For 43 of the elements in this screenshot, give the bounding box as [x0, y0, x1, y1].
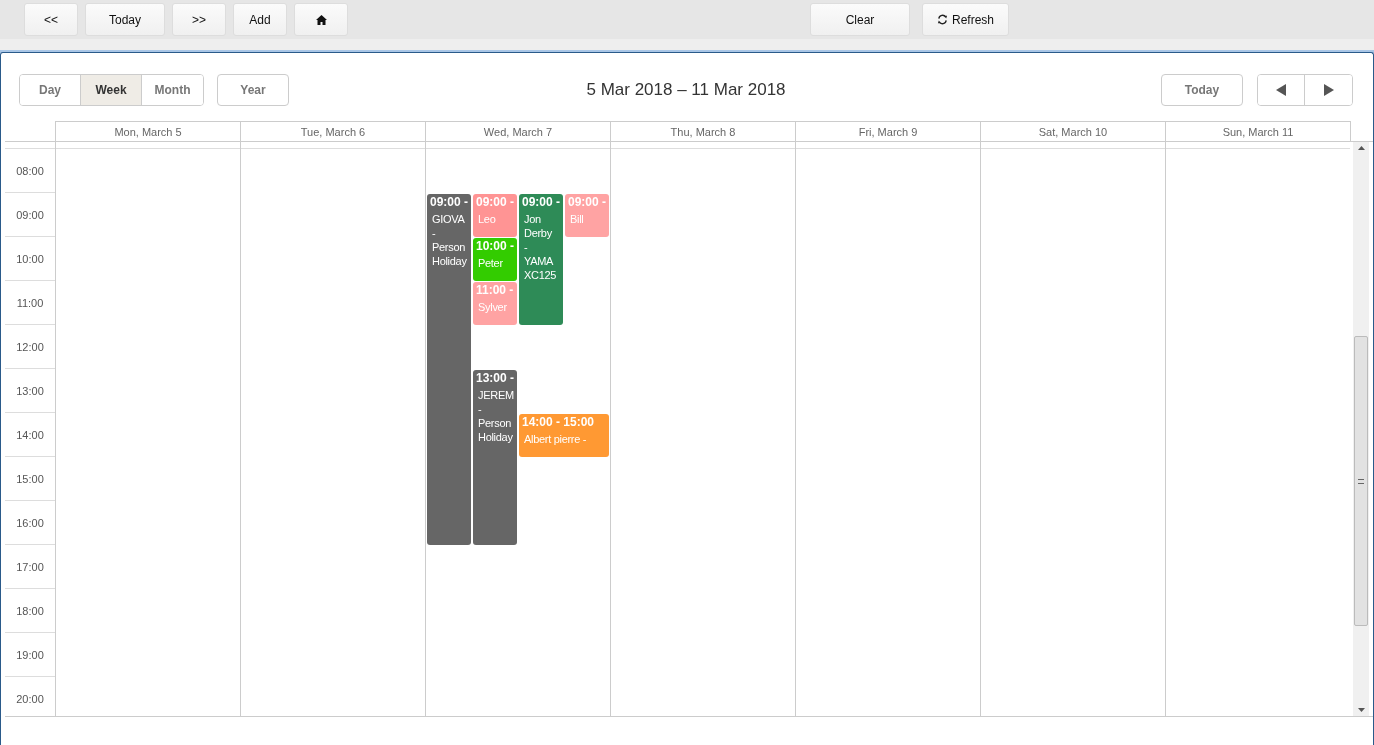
today-button[interactable]: Today — [1161, 73, 1243, 106]
calendar-event[interactable]: 13:00 - JEREM - Person Holiday — [473, 370, 517, 545]
hour-label: 16:00 — [16, 516, 44, 529]
right-triangle-icon — [1323, 83, 1334, 96]
previous-button[interactable] — [1258, 74, 1305, 105]
hour-label: 20:00 — [16, 692, 44, 705]
toolbar-button[interactable]: Add — [233, 3, 287, 36]
home-button[interactable] — [294, 3, 348, 36]
hour-label: 18:00 — [16, 604, 44, 617]
left-triangle-icon — [1276, 83, 1286, 96]
toolbar-button[interactable]: << — [24, 3, 78, 36]
scrollbar[interactable] — [1353, 142, 1369, 716]
toolbar-button[interactable]: >> — [172, 3, 226, 36]
day-header: Fri, March 9 — [796, 121, 981, 141]
scroll-up-icon[interactable] — [1357, 146, 1365, 150]
calendar-event[interactable]: 09:00 - GIOVA - Person Holiday — [427, 194, 471, 545]
hour-label: 09:00 — [16, 208, 44, 221]
hour-label: 15:00 — [16, 472, 44, 485]
hour-label: 12:00 — [16, 340, 44, 353]
day-header: Wed, March 7 — [426, 121, 611, 141]
date-range-title: 5 Mar 2018 – 11 Mar 2018 — [586, 79, 786, 100]
scroll-down-icon[interactable] — [1357, 708, 1365, 712]
hour-label: 11:00 — [16, 296, 44, 309]
day-header: Mon, March 5 — [55, 121, 241, 141]
refresh-icon — [937, 14, 948, 25]
hour-label: 17:00 — [16, 560, 44, 573]
toolbar-button[interactable]: Today — [85, 3, 165, 36]
hour-label: 13:00 — [16, 384, 44, 397]
home-icon — [315, 14, 327, 25]
hour-label: 08:00 — [16, 164, 44, 177]
day-header: Sat, March 10 — [981, 121, 1166, 141]
view-tab[interactable]: Week — [81, 74, 142, 105]
hour-label: 19:00 — [16, 648, 44, 661]
year-button[interactable]: Year — [217, 73, 289, 106]
day-header: Thu, March 8 — [611, 121, 796, 141]
view-tab[interactable]: Day — [20, 74, 81, 105]
calendar-event[interactable]: 09:00 - Jon Derby - YAMA XC125 — [519, 194, 563, 325]
day-header: Sun, March 11 — [1166, 121, 1351, 141]
day-header: Tue, March 6 — [241, 121, 426, 141]
hour-label: 10:00 — [16, 252, 44, 265]
hour-label: 14:00 — [16, 428, 44, 441]
refresh-button[interactable]: Refresh — [922, 3, 1010, 36]
toolbar-button[interactable]: Clear — [810, 3, 910, 36]
